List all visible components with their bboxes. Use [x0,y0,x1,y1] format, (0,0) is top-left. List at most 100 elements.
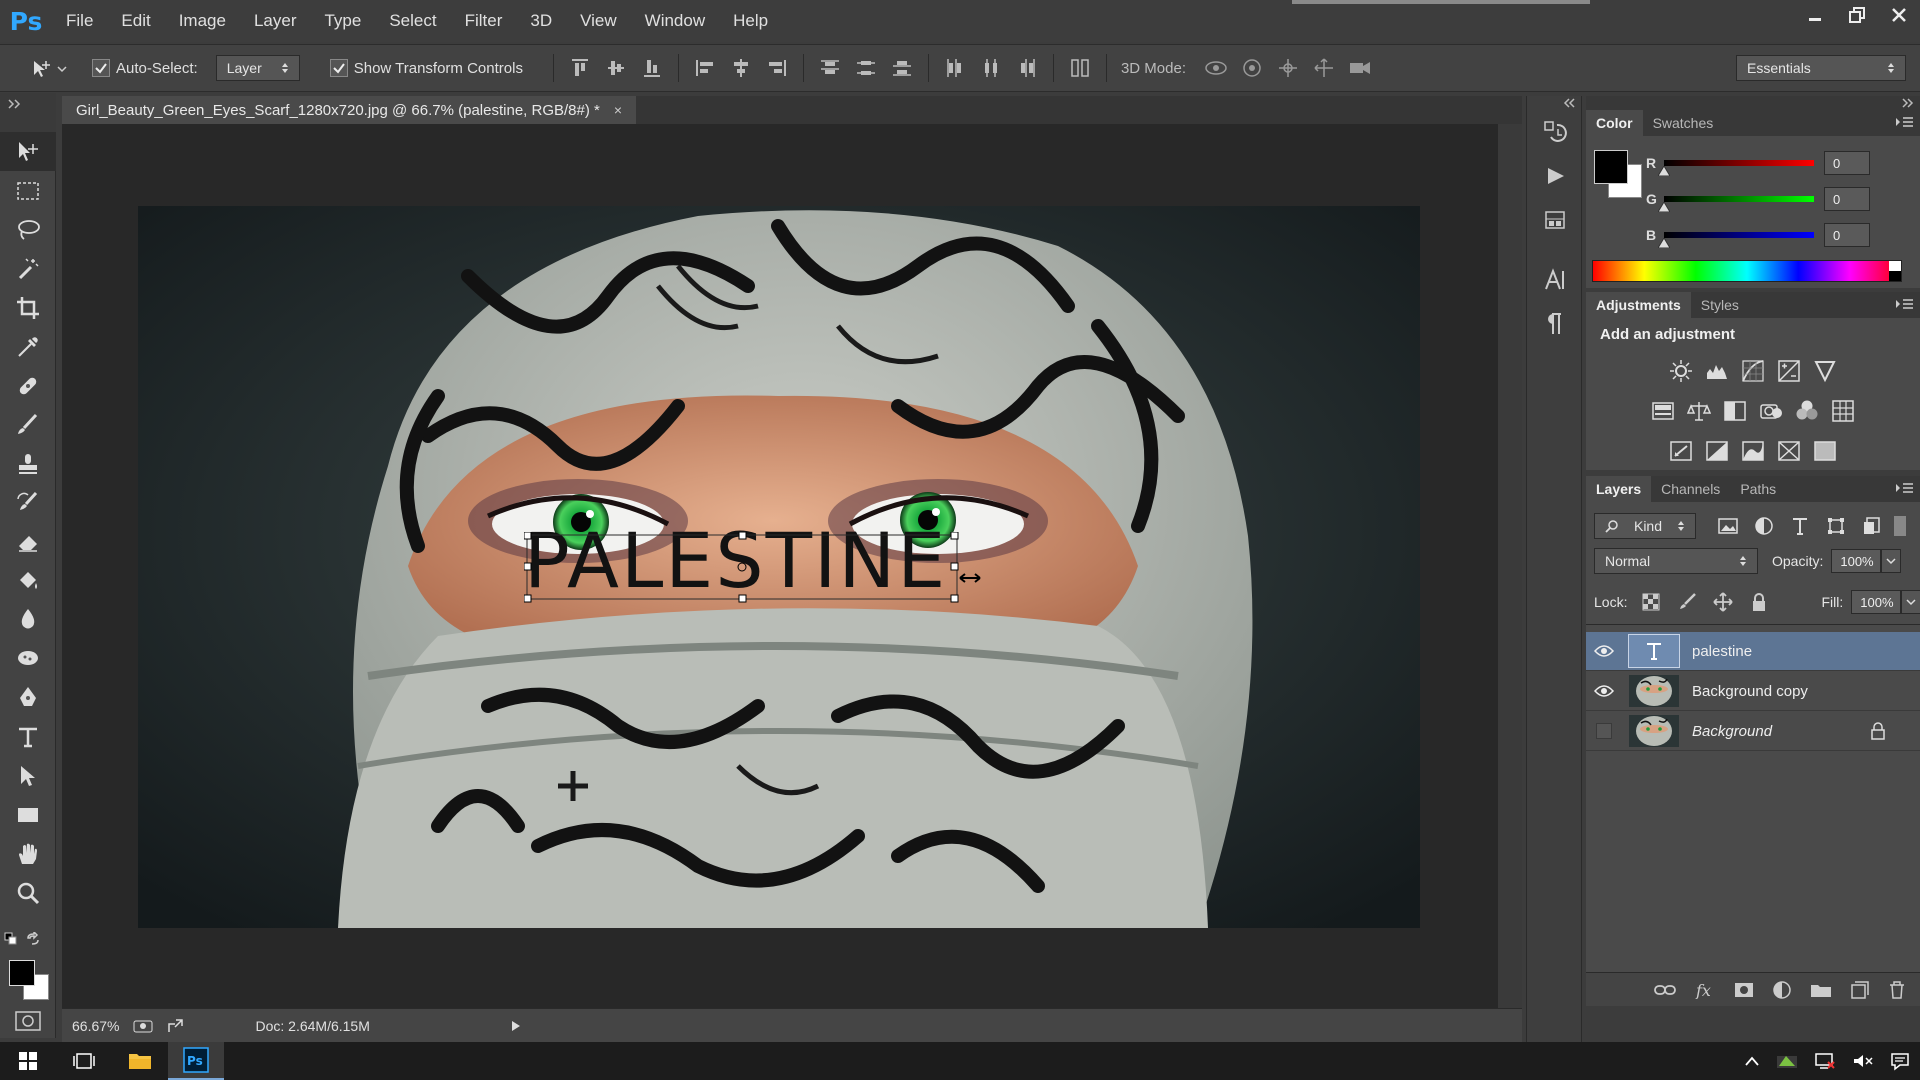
brush-tool[interactable] [0,405,56,444]
color-lookup-button[interactable] [1829,397,1857,425]
chevron-up-icon[interactable] [1744,1055,1760,1067]
fx-icon[interactable]: fx [1694,981,1716,999]
layer-name[interactable]: Background copy [1692,683,1808,700]
panel-menu-icon[interactable] [1894,481,1914,495]
black-white-button[interactable] [1721,397,1749,425]
lasso-tool[interactable] [0,210,56,249]
menu-file[interactable]: File [52,0,107,42]
zoom-tool[interactable] [0,873,56,912]
hue-saturation-button[interactable] [1649,397,1677,425]
levels-button[interactable] [1703,357,1731,385]
menu-window[interactable]: Window [631,0,719,42]
opacity-field[interactable]: 100% [1831,549,1882,573]
close-document-button[interactable]: × [614,102,622,118]
blue-slider[interactable] [1658,232,1814,248]
filter-toggle-switch[interactable] [1894,516,1906,536]
move-tool-preset[interactable] [26,54,70,82]
lock-position-button[interactable] [1709,588,1737,616]
healing-brush-tool[interactable] [0,366,56,405]
task-view-button[interactable] [56,1042,112,1080]
auto-align-button[interactable] [1066,54,1094,82]
3d-slide-button[interactable] [1310,54,1338,82]
default-colors-icon[interactable] [4,932,18,946]
tab-layers[interactable]: Layers [1586,476,1652,502]
posterize-button[interactable] [1703,437,1731,465]
3d-pan-button[interactable] [1274,54,1302,82]
distribute-right-button[interactable] [1013,54,1041,82]
paint-bucket-tool[interactable] [0,561,56,600]
red-slider[interactable] [1658,160,1814,176]
layer-visibility-toggle[interactable] [1586,644,1622,658]
exposure-button[interactable] [1775,357,1803,385]
magic-wand-tool[interactable] [0,249,56,288]
channel-mixer-button[interactable] [1793,397,1821,425]
threshold-button[interactable] [1739,437,1767,465]
align-bottom-button[interactable] [638,54,666,82]
color-foreground-swatch[interactable] [1594,150,1628,184]
folder-icon[interactable] [1810,981,1832,999]
panel-menu-icon[interactable] [1894,297,1914,311]
3d-orbit-button[interactable] [1202,54,1230,82]
invert-button[interactable] [1667,437,1695,465]
path-selection-tool[interactable] [0,756,56,795]
lock-pixels-button[interactable] [1673,588,1701,616]
crop-tool[interactable] [0,288,56,327]
hand-tool[interactable] [0,834,56,873]
menu-filter[interactable]: Filter [451,0,517,42]
layer-row-background[interactable]: Background [1586,712,1920,751]
green-value-field[interactable]: 0 [1824,187,1870,211]
menu-image[interactable]: Image [165,0,240,42]
distribute-hcenter-button[interactable] [977,54,1005,82]
restore-button[interactable] [1836,0,1878,30]
opacity-slider-toggle[interactable] [1881,549,1902,573]
gradient-map-button[interactable] [1811,437,1839,465]
auto-select-checkbox[interactable] [92,59,110,77]
red-value-field[interactable]: 0 [1824,151,1870,175]
dodge-tool[interactable] [0,639,56,678]
distribute-top-button[interactable] [816,54,844,82]
distribute-left-button[interactable] [941,54,969,82]
layer-visibility-toggle[interactable] [1586,684,1622,698]
filter-shape-button[interactable] [1822,512,1850,540]
layer-filter-kind-dropdown[interactable]: Kind [1594,513,1696,539]
tab-paths[interactable]: Paths [1730,476,1786,502]
menu-3d[interactable]: 3D [516,0,566,42]
properties-panel-button[interactable] [1527,198,1583,242]
menu-type[interactable]: Type [310,0,375,42]
3d-scale-button[interactable] [1346,54,1374,82]
color-balance-button[interactable] [1685,397,1713,425]
rectangle-tool[interactable] [0,795,56,834]
blur-tool[interactable] [0,600,56,639]
layer-row-background-copy[interactable]: Background copy [1586,672,1920,711]
green-slider[interactable] [1658,196,1814,212]
share-icon[interactable] [167,1018,185,1034]
move-tool[interactable] [0,132,56,171]
type-tool[interactable] [0,717,56,756]
eraser-tool[interactable] [0,522,56,561]
align-vcenter-button[interactable] [602,54,630,82]
pen-tool[interactable] [0,678,56,717]
notifications-icon[interactable] [1890,1051,1910,1071]
start-button[interactable] [0,1042,56,1080]
menu-edit[interactable]: Edit [107,0,164,42]
color-spectrum-ramp[interactable] [1592,260,1902,282]
layer-name[interactable]: palestine [1692,643,1752,660]
photoshop-taskbar-button[interactable]: Ps [168,1042,224,1080]
history-brush-tool[interactable] [0,483,56,522]
network-icon[interactable] [1814,1052,1836,1070]
menu-select[interactable]: Select [375,0,450,42]
marquee-tool[interactable] [0,171,56,210]
paragraph-panel-button[interactable] [1527,302,1583,346]
foreground-color-swatch[interactable] [9,960,35,986]
layer-name[interactable]: Background [1692,723,1772,740]
quick-mask-button[interactable] [14,1010,42,1032]
actions-panel-button[interactable] [1527,154,1583,198]
filter-type-button[interactable] [1786,512,1814,540]
zoom-level[interactable]: 66.67% [72,1018,119,1034]
character-panel-button[interactable] [1527,258,1583,302]
align-hcenter-button[interactable] [727,54,755,82]
curves-button[interactable] [1739,357,1767,385]
gpu-tray-icon[interactable] [1776,1052,1798,1070]
tab-color[interactable]: Color [1586,110,1643,136]
align-right-button[interactable] [763,54,791,82]
